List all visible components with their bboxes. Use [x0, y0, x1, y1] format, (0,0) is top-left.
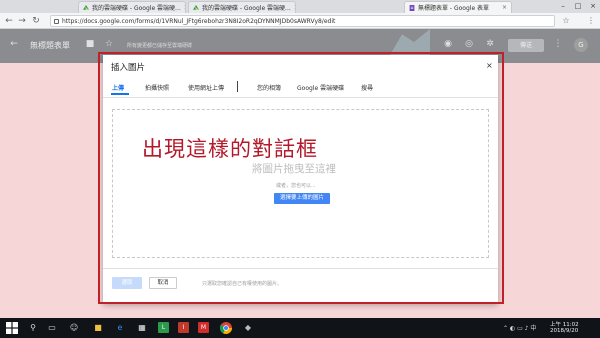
tab-close-icon[interactable]: × [181, 4, 185, 11]
tab-albums[interactable]: 您的相簿 [257, 83, 281, 92]
minimize-button[interactable]: – [556, 0, 570, 13]
tab-close-icon[interactable]: × [291, 4, 295, 11]
settings-gear-icon[interactable]: ✲ [484, 38, 496, 50]
menu-icon[interactable]: ⋮ [585, 14, 597, 28]
drag-hint: 將圖片拖曳至這裡 [252, 163, 336, 175]
palette-icon[interactable]: ◉ [442, 38, 454, 50]
search-icon[interactable]: ⚲ [27, 322, 39, 334]
back-arrow-icon[interactable]: ← [8, 38, 20, 50]
mcafee-icon[interactable]: M [198, 322, 209, 333]
star-icon[interactable]: ☆ [103, 38, 115, 50]
browser-tab-drive-2[interactable]: 我的雲端硬碟 - Google 雲端硬... × [188, 1, 296, 13]
google-forms-icon [409, 4, 415, 11]
system-tray[interactable]: ⌃ ◐ ▭ ♪ 中 [503, 323, 536, 332]
or-text: 或者，您也可以... [276, 183, 316, 189]
browser-tabstrip: 我的雲端硬碟 - Google 雲端硬... × 我的雲端硬碟 - Google… [0, 0, 600, 13]
tab-snapshot[interactable]: 拍攝快照 [145, 83, 169, 92]
tab-title: 無標題表單 - Google 表單 [418, 5, 490, 12]
url-text: https://docs.google.com/forms/d/1VRNul_J… [62, 17, 336, 25]
store-icon[interactable]: ▦ [136, 322, 148, 334]
send-button[interactable]: 傳送 [508, 39, 544, 52]
insert-image-dialog: 插入圖片 × 上傳 拍攝快照 使用網址上傳 您的相簿 Google 雲端硬碟 搜… [103, 55, 498, 303]
taskbar: ⚲ ▭ ☺ ■ e ▦ L I M ◆ ⌃ ◐ ▭ ♪ 中 上午 11:02 2… [0, 318, 600, 338]
dialog-title: 插入圖片 [111, 63, 146, 73]
window-close-button[interactable]: × [586, 0, 600, 13]
forward-arrow-icon[interactable]: → [16, 14, 28, 28]
tab-close-icon[interactable]: × [499, 4, 507, 11]
preview-eye-icon[interactable]: ◎ [463, 38, 475, 50]
more-options-icon[interactable]: ⋮ [552, 38, 564, 50]
paint-icon[interactable]: ◆ [242, 322, 254, 334]
browser-tab-forms[interactable]: 無標題表單 - Google 表單 × [404, 1, 512, 13]
google-drive-icon [193, 4, 199, 10]
form-title[interactable]: 無標題表單 [30, 40, 70, 51]
rights-footnote: 只選取您確認自己有權使用的圖片。 [202, 281, 283, 287]
people-icon[interactable]: ☺ [68, 322, 80, 334]
star-icon[interactable]: ☆ [560, 14, 572, 28]
reload-icon[interactable]: ↻ [30, 14, 42, 28]
cancel-button[interactable]: 取消 [149, 277, 177, 289]
app-red-icon[interactable]: I [178, 322, 189, 333]
folder-icon[interactable]: ■ [84, 38, 96, 50]
tab-title: 我的雲端硬碟 - Google 雲端硬... [202, 5, 291, 12]
address-bar-row: ← → ↻ https://docs.google.com/forms/d/1V… [0, 13, 600, 29]
back-arrow-icon[interactable]: ← [3, 14, 15, 28]
browser-tab-drive-1[interactable]: 我的雲端硬碟 - Google 雲端硬... × [78, 1, 186, 13]
url-bar[interactable]: https://docs.google.com/forms/d/1VRNul_J… [50, 15, 555, 27]
clock-time[interactable]: 上午 11:02 [550, 320, 579, 328]
task-view-icon[interactable]: ▭ [46, 322, 58, 334]
save-status: 所有變更都已儲存至雲端硬碟 [127, 43, 193, 49]
close-icon[interactable]: × [486, 61, 493, 70]
tab-by-url[interactable]: 使用網址上傳 [188, 83, 224, 92]
tab-google-drive[interactable]: Google 雲端硬碟 [297, 83, 344, 92]
dialog-tabs: 上傳 拍攝快照 使用網址上傳 您的相簿 Google 雲端硬碟 搜尋 [103, 79, 498, 95]
choose-image-button[interactable]: 選擇要上傳的圖片 [274, 193, 330, 204]
maximize-button[interactable]: □ [571, 0, 585, 13]
clock-date[interactable]: 2018/9/20 [550, 328, 578, 334]
tab-divider [237, 81, 238, 92]
tab-upload[interactable]: 上傳 [112, 83, 124, 92]
chrome-icon[interactable] [220, 322, 232, 334]
edge-browser-icon[interactable]: e [114, 322, 126, 334]
windows-start-icon[interactable] [6, 322, 18, 334]
divider [103, 268, 498, 269]
select-button[interactable]: 選取 [112, 277, 142, 289]
annotation-text: 出現這樣的對話框 [142, 137, 318, 161]
active-tab-indicator [111, 93, 129, 95]
avatar[interactable]: G [574, 38, 588, 52]
file-explorer-icon[interactable]: ■ [92, 322, 104, 334]
line-app-icon[interactable]: L [158, 322, 169, 333]
tab-title: 我的雲端硬碟 - Google 雲端硬... [92, 5, 181, 12]
lock-icon [54, 18, 59, 24]
google-drive-icon [83, 4, 89, 10]
tab-search[interactable]: 搜尋 [361, 83, 373, 92]
ime-indicator[interactable]: 中 [530, 325, 536, 332]
divider [103, 97, 498, 98]
